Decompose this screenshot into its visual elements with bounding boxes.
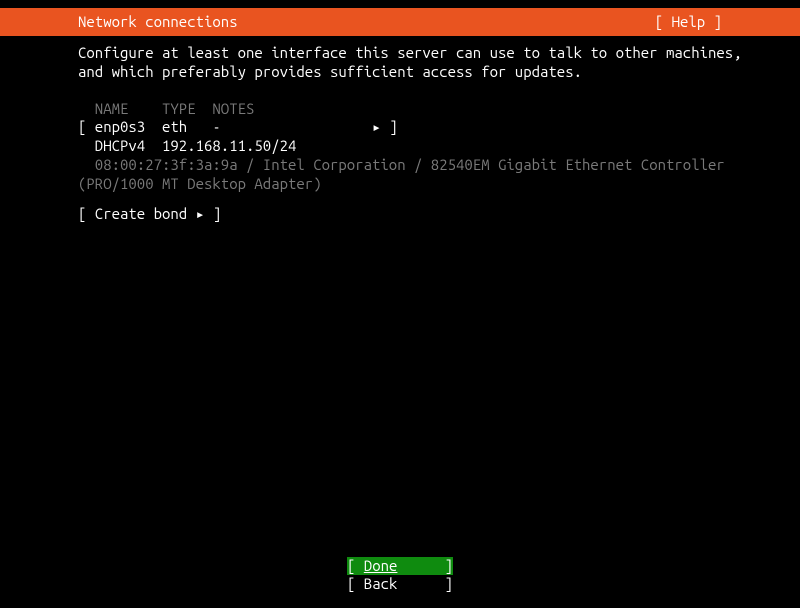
interface-row[interactable]: [ enp0s3 eth - ▸ ] bbox=[78, 118, 722, 137]
bracket-right: ] bbox=[445, 575, 453, 594]
table-headers: NAME TYPE NOTES bbox=[78, 100, 722, 119]
header-bar: Network connections [ Help ] bbox=[0, 8, 800, 36]
bottom-buttons: [ Done ] [ Back ] bbox=[0, 557, 800, 595]
back-button[interactable]: [ Back ] bbox=[347, 575, 453, 594]
main-content: Configure at least one interface this se… bbox=[0, 36, 800, 224]
bracket-left: [ bbox=[347, 575, 364, 592]
hardware-info: 08:00:27:3f:3a:9a / Intel Corporation / … bbox=[78, 156, 722, 194]
done-label: Done bbox=[364, 557, 398, 574]
page-title: Network connections bbox=[78, 13, 238, 32]
back-label: Back bbox=[364, 575, 398, 592]
done-button[interactable]: [ Done ] bbox=[347, 557, 453, 576]
bracket-right: ] bbox=[445, 557, 453, 576]
bracket-left: [ bbox=[347, 557, 364, 574]
help-button[interactable]: [ Help ] bbox=[655, 13, 722, 32]
dhcp-row: DHCPv4 192.168.11.50/24 bbox=[78, 137, 722, 156]
create-bond-button[interactable]: [ Create bond ▸ ] bbox=[78, 205, 722, 224]
description-text: Configure at least one interface this se… bbox=[78, 44, 722, 82]
